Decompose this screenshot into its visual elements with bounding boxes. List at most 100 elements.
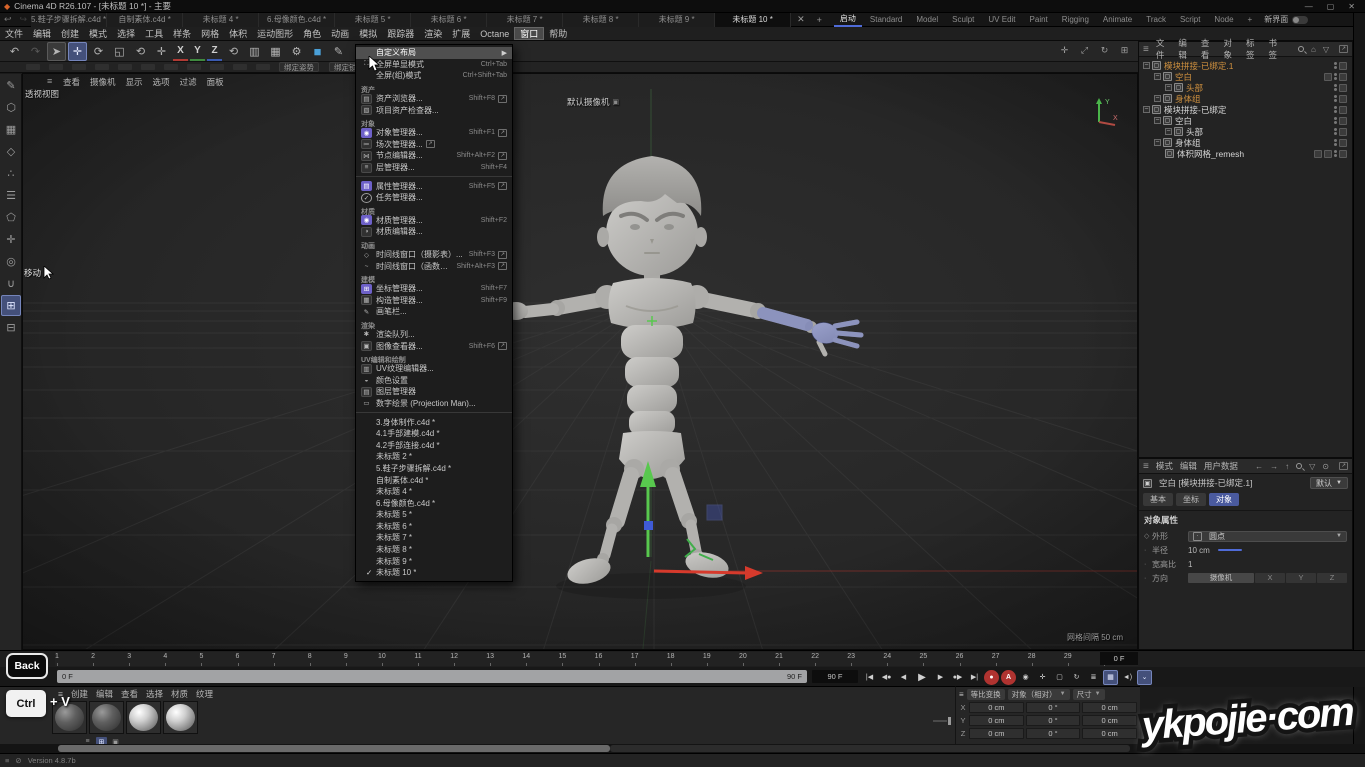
lock-icon[interactable]: ⊙ [1322,462,1329,471]
spline-pen-icon[interactable]: ✎ [329,42,348,61]
menu-item[interactable]: ▣图像查看器...Shift+F6↗ [356,340,512,352]
mini-tool-icon[interactable] [118,64,132,70]
doc-tab[interactable]: 未标题 4 * [183,13,259,27]
quantize-button[interactable]: ⊞ [1,295,21,316]
mini-tool-icon[interactable] [164,64,178,70]
undock-icon[interactable]: ↗ [1339,45,1348,53]
object-tag-icon[interactable] [1324,73,1332,81]
menu-item[interactable]: ◉材质管理器...Shift+F2 [356,215,512,227]
om-menu-文件[interactable]: 文件 [1156,37,1172,61]
menu-item[interactable]: ▭数字绘景 (Projection Man)... [356,398,512,410]
timeline-ruler[interactable]: 1234567891011121314151617181920212223242… [55,652,1138,666]
texture-mode-button[interactable]: ▦ [1,119,21,140]
record-parameter-button[interactable]: ≣ [1086,670,1101,685]
back-history-icon[interactable]: ↩ [0,14,16,25]
menu-网格[interactable]: 网格 [196,27,224,40]
menu-item[interactable]: 5.鞋子步骤拆解.c4d * [356,463,512,475]
attribute-tab-基本[interactable]: 基本 [1143,493,1173,506]
character-model[interactable] [493,156,861,588]
menu-角色[interactable]: 角色 [298,27,326,40]
gizmo-x-arrow[interactable] [654,571,745,573]
menu-item[interactable]: 3.身体制作.c4d * [356,416,512,428]
menu-item[interactable]: ~时间线窗口（函数曲线）...Shift+Alt+F3↗ [356,260,512,272]
doc-tab[interactable]: 自制素体.c4d * [107,13,183,27]
expander-icon[interactable]: – [1143,106,1150,113]
visibility-dots[interactable] [1334,95,1337,102]
enable-toggle[interactable] [1339,84,1347,92]
coordinate-system-icon[interactable]: ⟲ [224,42,243,61]
menu-运动图形[interactable]: 运动图形 [252,27,298,40]
go-to-end-button[interactable]: ▶| [967,670,982,685]
coord-button-等比变换[interactable]: 等比变换 [967,689,1005,700]
visibility-dots[interactable] [1334,117,1337,124]
object-tag-icon[interactable] [1314,150,1322,158]
maximize-button[interactable]: ▢ [1327,2,1335,11]
layout-tab-animate[interactable]: Animate [1097,13,1138,27]
layout-tab-standard[interactable]: Standard [864,13,908,27]
layout-tab-uv-edit[interactable]: UV Edit [982,13,1021,27]
material-thumb-2[interactable] [89,701,124,734]
visibility-dots[interactable] [1334,106,1337,113]
tree-row[interactable]: ▢体积网格_remesh [1141,148,1350,159]
status-menu-icon[interactable]: ≡ [5,756,9,765]
new-ui-toggle[interactable] [1292,16,1308,24]
menu-选择[interactable]: 选择 [112,27,140,40]
mini-chip-绑定姿势[interactable]: 绑定姿势 [279,62,319,72]
size-field[interactable]: 0 cm [1082,728,1137,739]
toggle-view-icon[interactable]: ⊞ [1117,43,1132,58]
attribute-value[interactable]: 1 [1188,560,1192,569]
mat-menu-查看[interactable]: 查看 [121,688,138,700]
menu-文件[interactable]: 文件 [0,27,28,40]
menu-item[interactable]: ◑材质编辑器... [356,226,512,238]
menu-样条[interactable]: 样条 [168,27,196,40]
viewport-menu-查看[interactable]: 查看 [63,76,80,88]
forward-history-icon[interactable]: ↪ [16,14,32,25]
visibility-dots[interactable] [1334,73,1337,80]
menu-item[interactable]: ≡层管理器...Shift+F4 [356,162,512,174]
record-pla-button[interactable]: ▦ [1103,670,1118,685]
make-editable-button[interactable]: ✎ [1,75,21,96]
enable-axis-button[interactable]: ✛ [1,229,21,250]
mini-tool-icon[interactable] [233,64,247,70]
layout-tab-script[interactable]: Script [1174,13,1206,27]
menu-item[interactable]: ✓任务管理器... [356,192,512,204]
om-menu-编辑[interactable]: 编辑 [1178,37,1194,61]
scale-tool-icon[interactable]: ◱ [110,42,129,61]
enable-toggle[interactable] [1339,139,1347,147]
doc-tab[interactable]: 未标题 10 * [715,13,791,27]
mini-tool-icon[interactable] [187,64,201,70]
expander-icon[interactable]: – [1154,117,1161,124]
menu-item[interactable]: 未标题 4 * [356,486,512,498]
mini-slider[interactable] [1218,549,1242,551]
mini-tool-icon[interactable] [95,64,109,70]
layout-tab-+[interactable]: + [1242,13,1259,27]
menu-item[interactable]: 未标题 2 * [356,451,512,463]
search-icon[interactable] [1298,46,1304,52]
back-overlay-button[interactable]: Back [6,653,48,679]
filter-icon[interactable]: ▽ [1323,45,1329,54]
go-to-start-button[interactable]: |◀ [862,670,877,685]
viewport-menu-显示[interactable]: 显示 [126,76,143,88]
doc-tab[interactable]: 未标题 6 * [411,13,487,27]
rotation-field[interactable]: 0 ° [1026,702,1081,713]
mini-tool-icon[interactable] [210,64,224,70]
next-frame-button[interactable]: ▶ [933,670,948,685]
expander-icon[interactable]: – [1154,95,1161,102]
live-selection-tool-icon[interactable]: ➤ [47,42,66,61]
attribute-value[interactable]: 10 cm [1188,546,1210,555]
menu-item[interactable]: 4.2手部连接.c4d * [356,439,512,451]
minimize-button[interactable]: — [1305,2,1313,11]
expander-icon[interactable]: – [1154,139,1161,146]
layout-tab-track[interactable]: Track [1140,13,1172,27]
add-tab-button[interactable]: + [811,15,828,25]
material-thumb-3[interactable] [126,701,161,734]
menu-item[interactable]: 未标题 6 * [356,521,512,533]
menu-item[interactable]: ▤资产浏览器...Shift+F8↗ [356,93,512,105]
segment-X[interactable]: X [1255,573,1285,583]
undo-icon[interactable]: ↶ [5,42,24,61]
attribute-manager-panel-icon[interactable]: ≡ [1143,461,1149,472]
primitive-cube-icon[interactable]: ■ [308,42,327,61]
coord-button-对象（相对）[interactable]: 对象（相对）▼ [1008,689,1070,700]
mini-tool-icon[interactable] [26,64,40,70]
mini-tool-icon[interactable] [72,64,86,70]
